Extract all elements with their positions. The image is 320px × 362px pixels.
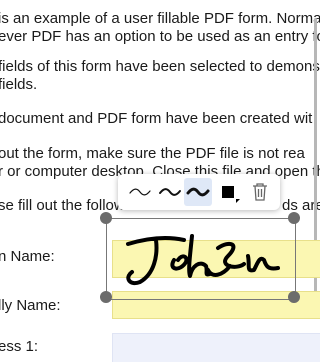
resize-handle-bottom-left[interactable] xyxy=(100,291,112,303)
body-text-line: out the form, make sure the PDF file is … xyxy=(0,145,305,162)
color-swatch-icon xyxy=(222,186,234,198)
body-text-line: document and PDF form have been created … xyxy=(0,110,313,127)
thick-stroke-button[interactable] xyxy=(184,178,212,206)
thin-wave-icon xyxy=(129,188,151,196)
medium-wave-icon xyxy=(159,188,181,196)
name-label: n Name: xyxy=(0,248,55,265)
thick-wave-icon xyxy=(186,187,210,197)
resize-handle-top-right[interactable] xyxy=(288,212,300,224)
medium-stroke-button[interactable] xyxy=(156,178,184,206)
pdf-page: is an example of a user fillable PDF for… xyxy=(0,0,320,362)
signature-ink[interactable] xyxy=(118,226,286,292)
address-label: ess 1: xyxy=(0,338,39,355)
thin-stroke-button[interactable] xyxy=(126,178,154,206)
annotation-toolbar xyxy=(118,174,280,210)
address-field[interactable] xyxy=(112,333,320,362)
body-text-line: fields. xyxy=(0,76,38,93)
color-picker-button[interactable] xyxy=(214,178,242,206)
resize-handle-top-left[interactable] xyxy=(100,212,112,224)
resize-handle-bottom-right[interactable] xyxy=(288,291,300,303)
trash-icon xyxy=(253,183,267,201)
delete-button[interactable] xyxy=(246,178,274,206)
family-name-label: lly Name: xyxy=(0,297,61,314)
body-text-line: fields of this form have been selected t… xyxy=(0,58,320,75)
body-text-line: is an example of a user fillable PDF for… xyxy=(0,10,320,27)
body-text-line: ever PDF has an option to be used as an … xyxy=(0,28,320,45)
